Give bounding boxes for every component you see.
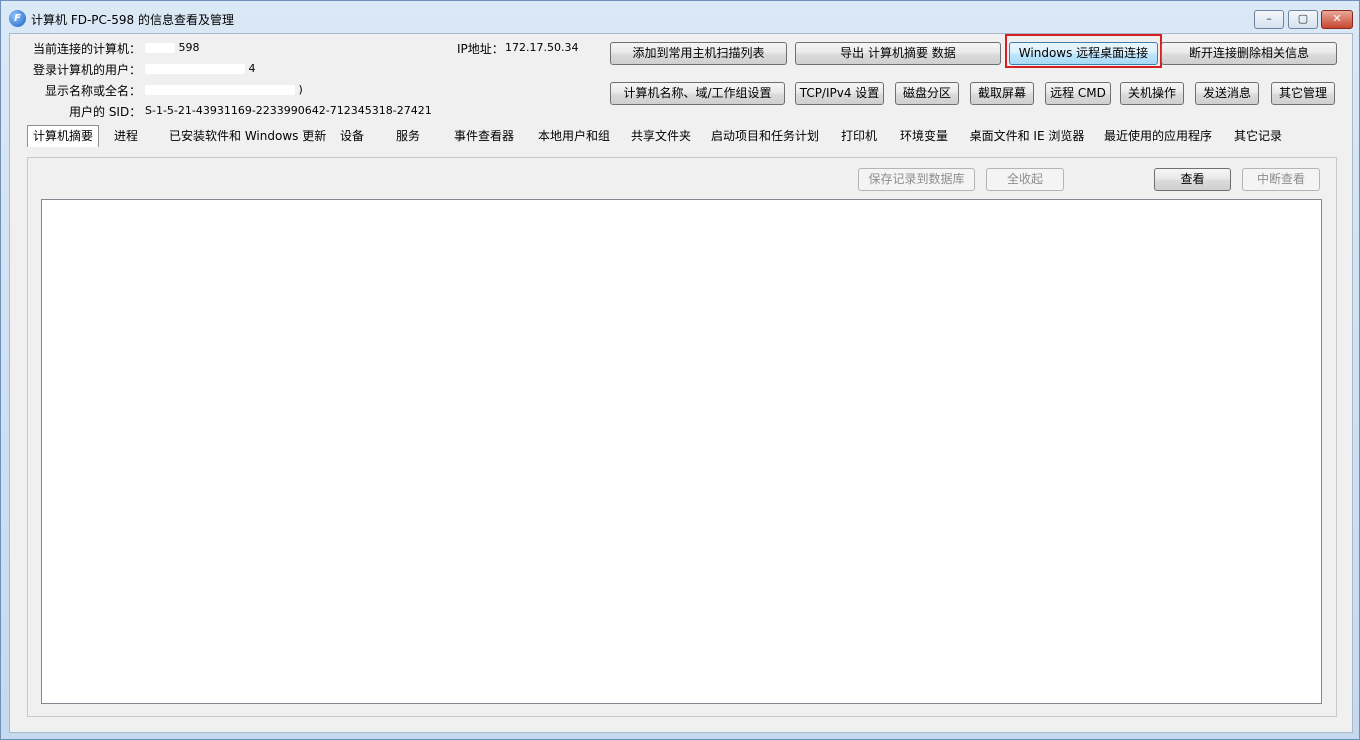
add-scan-list-button[interactable]: 添加到常用主机扫描列表 [610, 42, 787, 65]
send-message-button[interactable]: 发送消息 [1195, 82, 1259, 105]
user-label: 登录计算机的用户： [33, 63, 142, 77]
user-value: 4 [145, 62, 256, 75]
tab-shared-folders[interactable]: 共享文件夹 [625, 125, 697, 147]
tab-strip: 计算机摘要 进程 已安装软件和 Windows 更新 设备 服务 事件查看器 本… [19, 125, 1349, 147]
screenshot-button[interactable]: 截取屏幕 [970, 82, 1034, 105]
tab-local-users-groups[interactable]: 本地用户和组 [531, 125, 617, 147]
app-logo-icon: F [9, 10, 26, 27]
redacted-block [145, 64, 245, 74]
tab-processes[interactable]: 进程 [109, 125, 143, 147]
tab-desktop-ie[interactable]: 桌面文件和 IE 浏览器 [965, 125, 1089, 147]
display-name-value-text: ) [298, 83, 303, 96]
remote-cmd-button[interactable]: 远程 CMD [1045, 82, 1111, 105]
computer-value-text: 598 [178, 41, 200, 54]
maximize-button[interactable]: ▢ [1288, 10, 1318, 29]
window-title: 计算机 FD-PC-598 的信息查看及管理 [31, 13, 234, 27]
name-domain-settings-button[interactable]: 计算机名称、域/工作组设置 [610, 82, 785, 105]
tab-event-viewer[interactable]: 事件查看器 [449, 125, 519, 147]
tab-startup-tasks[interactable]: 启动项目和任务计划 [709, 125, 821, 147]
tab-other-records[interactable]: 其它记录 [1229, 125, 1287, 147]
export-summary-button[interactable]: 导出 计算机摘要 数据 [795, 42, 1001, 65]
app-window: F 计算机 FD-PC-598 的信息查看及管理 – ▢ ✕ 当前连接的计算机：… [0, 0, 1360, 740]
close-button[interactable]: ✕ [1321, 10, 1353, 29]
tab-recent-apps[interactable]: 最近使用的应用程序 [1101, 125, 1215, 147]
sid-value: S-1-5-21-43931169-2233990642-712345318-2… [145, 104, 432, 117]
tab-environment-variables[interactable]: 环境变量 [895, 125, 953, 147]
ip-value: 172.17.50.34 [505, 41, 579, 54]
tab-printers[interactable]: 打印机 [837, 125, 881, 147]
disk-partition-button[interactable]: 磁盘分区 [895, 82, 959, 105]
tab-computer-summary[interactable]: 计算机摘要 [27, 125, 99, 147]
view-button[interactable]: 查看 [1154, 168, 1231, 191]
highlight-box [1005, 34, 1162, 68]
tab-devices[interactable]: 设备 [335, 125, 369, 147]
redacted-block [145, 43, 175, 53]
other-management-button[interactable]: 其它管理 [1271, 82, 1335, 105]
redacted-block [145, 85, 295, 95]
tcpip-settings-button[interactable]: TCP/IPv4 设置 [795, 82, 884, 105]
minimize-button[interactable]: – [1254, 10, 1284, 29]
collapse-all-button[interactable]: 全收起 [986, 168, 1064, 191]
display-name-value: ) [145, 83, 303, 96]
user-value-text: 4 [248, 62, 256, 75]
tab-services[interactable]: 服务 [391, 125, 425, 147]
computer-value: 598 [145, 41, 200, 54]
shutdown-button[interactable]: 关机操作 [1120, 82, 1184, 105]
computer-label: 当前连接的计算机： [33, 42, 142, 56]
display-name-label: 显示名称或全名： [45, 84, 142, 98]
ip-label: IP地址： [457, 42, 504, 56]
sid-label: 用户的 SID： [69, 105, 142, 119]
stop-view-button[interactable]: 中断查看 [1242, 168, 1320, 191]
disconnect-delete-button[interactable]: 断开连接删除相关信息 [1161, 42, 1337, 65]
title-bar[interactable]: F 计算机 FD-PC-598 的信息查看及管理 – ▢ ✕ [1, 1, 1359, 33]
tab-installed-software[interactable]: 已安装软件和 Windows 更新 [169, 125, 326, 147]
save-to-database-button[interactable]: 保存记录到数据库 [858, 168, 975, 191]
summary-content-area[interactable] [41, 199, 1322, 704]
